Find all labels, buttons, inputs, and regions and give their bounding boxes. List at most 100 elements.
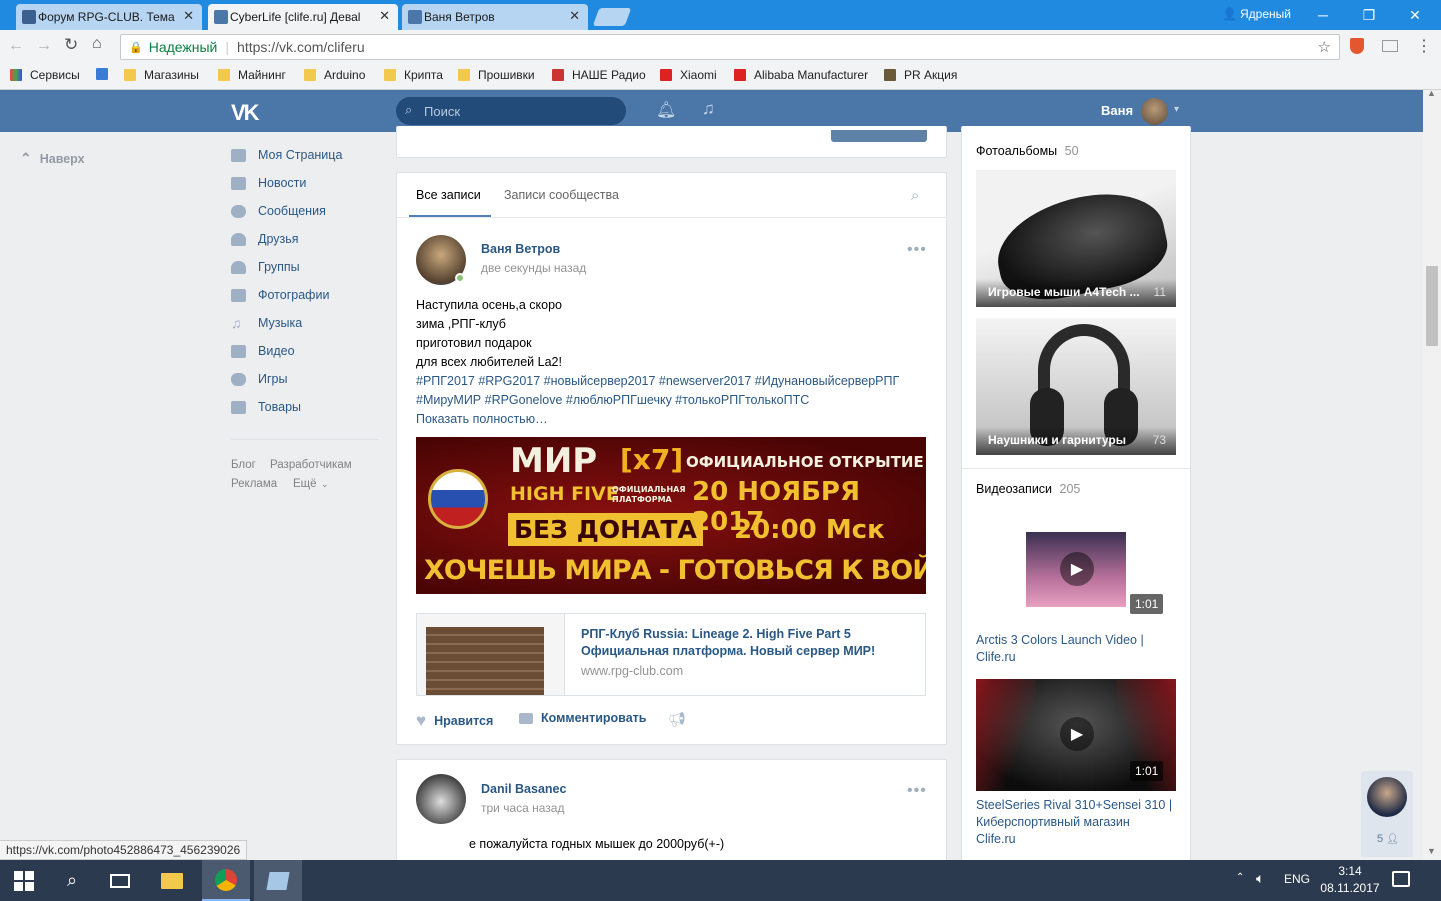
sidebar-item-messages[interactable]: Сообщения xyxy=(231,201,326,221)
window-close-icon[interactable]: ✕ xyxy=(1392,0,1438,30)
search-input[interactable]: ⌕ Поиск xyxy=(396,97,626,125)
search-icon[interactable]: ⌕ xyxy=(911,187,919,204)
show-more-link[interactable]: Показать полностью… xyxy=(416,410,899,429)
sidebar-item-video[interactable]: Видео xyxy=(231,341,295,361)
address-bar[interactable]: 🔒 Надежный | https://vk.com/cliferu ☆ xyxy=(120,34,1340,60)
bookmark-item[interactable]: PR Акция xyxy=(884,68,957,82)
sidebar-item-games[interactable]: Игры xyxy=(231,369,287,389)
brave-extension-icon[interactable] xyxy=(1350,38,1364,54)
album-thumbnail[interactable]: Игровые мыши A4Tech ... 11 xyxy=(976,170,1176,307)
bookmark-item[interactable]: Магазины xyxy=(124,68,199,82)
close-icon[interactable]: ✕ xyxy=(379,8,390,24)
new-tab-button[interactable] xyxy=(592,8,632,26)
volume-icon[interactable]: 🔈︎ xyxy=(1256,870,1264,887)
bookmark-item[interactable]: Сервисы xyxy=(10,68,80,82)
sidebar-item-goods[interactable]: Товары xyxy=(231,397,301,417)
post-banner-image[interactable]: МИР [x7] HIGH FIVE ОФИЦИАЛЬНАЯ ПЛАТФОРМА… xyxy=(416,437,926,594)
share-icon[interactable]: 📢︎ xyxy=(668,711,686,728)
bookmark-item[interactable]: Arduino xyxy=(304,68,365,82)
app-taskbar-icon[interactable] xyxy=(254,860,302,901)
sidebar-item-groups[interactable]: Группы xyxy=(231,257,300,277)
bookmark-item[interactable]: Майнинг xyxy=(218,68,286,82)
post-author[interactable]: Danil Basanec xyxy=(481,782,566,796)
footer-link-more[interactable]: Ещё xyxy=(293,478,317,490)
scroll-up-icon[interactable]: ▲ xyxy=(1427,88,1436,98)
task-view-icon[interactable] xyxy=(96,860,144,901)
scrollbar-thumb[interactable] xyxy=(1426,266,1438,346)
post-time[interactable]: две секунды назад xyxy=(481,261,586,275)
play-icon[interactable]: ▶ xyxy=(1060,717,1094,751)
file-explorer-icon[interactable] xyxy=(148,860,196,901)
profile-name[interactable]: Ядреный xyxy=(1240,7,1291,21)
menu-dots-icon[interactable]: ⋮ xyxy=(1416,36,1432,56)
back-to-top-button[interactable]: ⌃ Наверх xyxy=(20,150,85,167)
link-preview[interactable]: РПГ-Клуб Russia: Lineage 2. High Five Pa… xyxy=(416,613,926,696)
tray-chevron-icon[interactable]: ⌃ xyxy=(1236,872,1244,883)
chat-widget[interactable]: 5 👤︎ xyxy=(1361,771,1413,857)
scrollbar[interactable]: ▲ ▼ xyxy=(1423,88,1441,860)
extension-icon[interactable] xyxy=(1382,40,1398,52)
sidebar-item-music[interactable]: ♫ Музыка xyxy=(231,313,302,333)
maximize-icon[interactable]: ❐ xyxy=(1346,0,1392,30)
language-indicator[interactable]: ENG xyxy=(1284,872,1310,886)
home-icon[interactable]: ⌂ xyxy=(92,35,102,53)
avatar[interactable] xyxy=(1367,777,1407,817)
user-name[interactable]: Ваня xyxy=(1101,103,1133,118)
url-text[interactable]: https://vk.com/cliferu xyxy=(237,39,365,55)
like-button[interactable]: ♥ Нравится xyxy=(416,711,493,731)
tab-community-posts[interactable]: Записи сообщества xyxy=(504,188,619,202)
back-icon[interactable]: ← xyxy=(8,37,24,55)
close-icon[interactable]: ✕ xyxy=(183,8,194,24)
album-thumbnail[interactable]: Наушники и гарнитуры 73 xyxy=(976,318,1176,455)
bell-icon[interactable]: 🔔︎ xyxy=(656,100,676,120)
bookmark-item[interactable]: Alibaba Manufacturer xyxy=(734,68,870,82)
browser-tab-active[interactable]: CyberLife [clife.ru] Деваl ✕ xyxy=(208,4,398,30)
video-title[interactable]: SteelSeries Rival 310+Sensei 310 | Кибер… xyxy=(976,797,1172,848)
tab-all-posts[interactable]: Все записи xyxy=(416,188,481,202)
submit-button[interactable] xyxy=(831,130,927,142)
bookmark-item[interactable]: Крипта xyxy=(384,68,443,82)
footer-link-ads[interactable]: Реклама xyxy=(231,478,277,490)
search-icon[interactable]: ⌕ xyxy=(48,860,96,901)
bookmark-item[interactable]: НАШЕ Радио xyxy=(552,68,646,82)
sidebar-item-my-page[interactable]: Моя Страница xyxy=(231,145,342,165)
close-icon[interactable]: ✕ xyxy=(569,8,580,24)
more-icon[interactable]: ••• xyxy=(907,241,927,259)
footer-link-developers[interactable]: Разработчикам xyxy=(270,459,352,471)
forward-icon[interactable]: → xyxy=(36,37,52,55)
post-hashtags[interactable]: #РПГ2017 #RPG2017 #новыйсервер2017 #news… xyxy=(416,372,899,391)
albums-header[interactable]: Фотоальбомы 50 xyxy=(976,144,1079,158)
star-icon[interactable]: ☆ xyxy=(1318,38,1331,56)
chevron-down-icon[interactable]: ▾ xyxy=(1174,104,1179,115)
sidebar-item-friends[interactable]: Друзья xyxy=(231,229,299,249)
videos-header[interactable]: Видеозаписи 205 xyxy=(976,482,1080,496)
comment-button[interactable]: Комментировать xyxy=(519,711,646,725)
bookmark-item[interactable]: Xiaomi xyxy=(660,68,717,82)
notifications-icon[interactable] xyxy=(1392,871,1410,887)
link-domain[interactable]: www.rpg-club.com xyxy=(581,664,683,678)
post-time[interactable]: три часа назад xyxy=(481,801,564,815)
vk-logo-icon[interactable]: VK xyxy=(231,100,260,126)
sidebar-item-news[interactable]: Новости xyxy=(231,173,306,193)
sidebar-item-photos[interactable]: Фотографии xyxy=(231,285,329,305)
video-title[interactable]: Arctis 3 Colors Launch Video | Clife.ru xyxy=(976,632,1144,666)
play-icon[interactable]: ▶ xyxy=(1060,552,1094,586)
reload-icon[interactable]: ↻ xyxy=(64,35,78,55)
profile-icon[interactable]: 👤 xyxy=(1222,7,1237,21)
scroll-down-icon[interactable]: ▼ xyxy=(1427,846,1436,856)
minimize-icon[interactable]: ─ xyxy=(1300,0,1346,30)
browser-tab[interactable]: Форум RPG-CLUB. Тема ✕ xyxy=(16,4,202,30)
post-author[interactable]: Ваня Ветров xyxy=(481,242,560,256)
avatar[interactable] xyxy=(1141,98,1168,125)
video-thumbnail[interactable]: ▶ 1:01 xyxy=(976,679,1176,791)
bookmark-item[interactable]: Прошивки xyxy=(458,68,535,82)
chrome-taskbar-icon[interactable] xyxy=(202,860,250,901)
footer-link-blog[interactable]: Блог xyxy=(231,459,256,471)
clock[interactable]: 3:14 08.11.2017 xyxy=(1320,863,1380,897)
music-icon[interactable]: ♫ xyxy=(702,99,715,119)
windows-start-icon[interactable] xyxy=(0,860,48,901)
link-title[interactable]: РПГ-Клуб Russia: Lineage 2. High Five Pa… xyxy=(581,626,875,660)
video-thumbnail[interactable]: ▶ 1:01 xyxy=(976,512,1176,624)
bookmark-item[interactable] xyxy=(96,68,116,80)
browser-tab[interactable]: Ваня Ветров ✕ xyxy=(402,4,588,30)
